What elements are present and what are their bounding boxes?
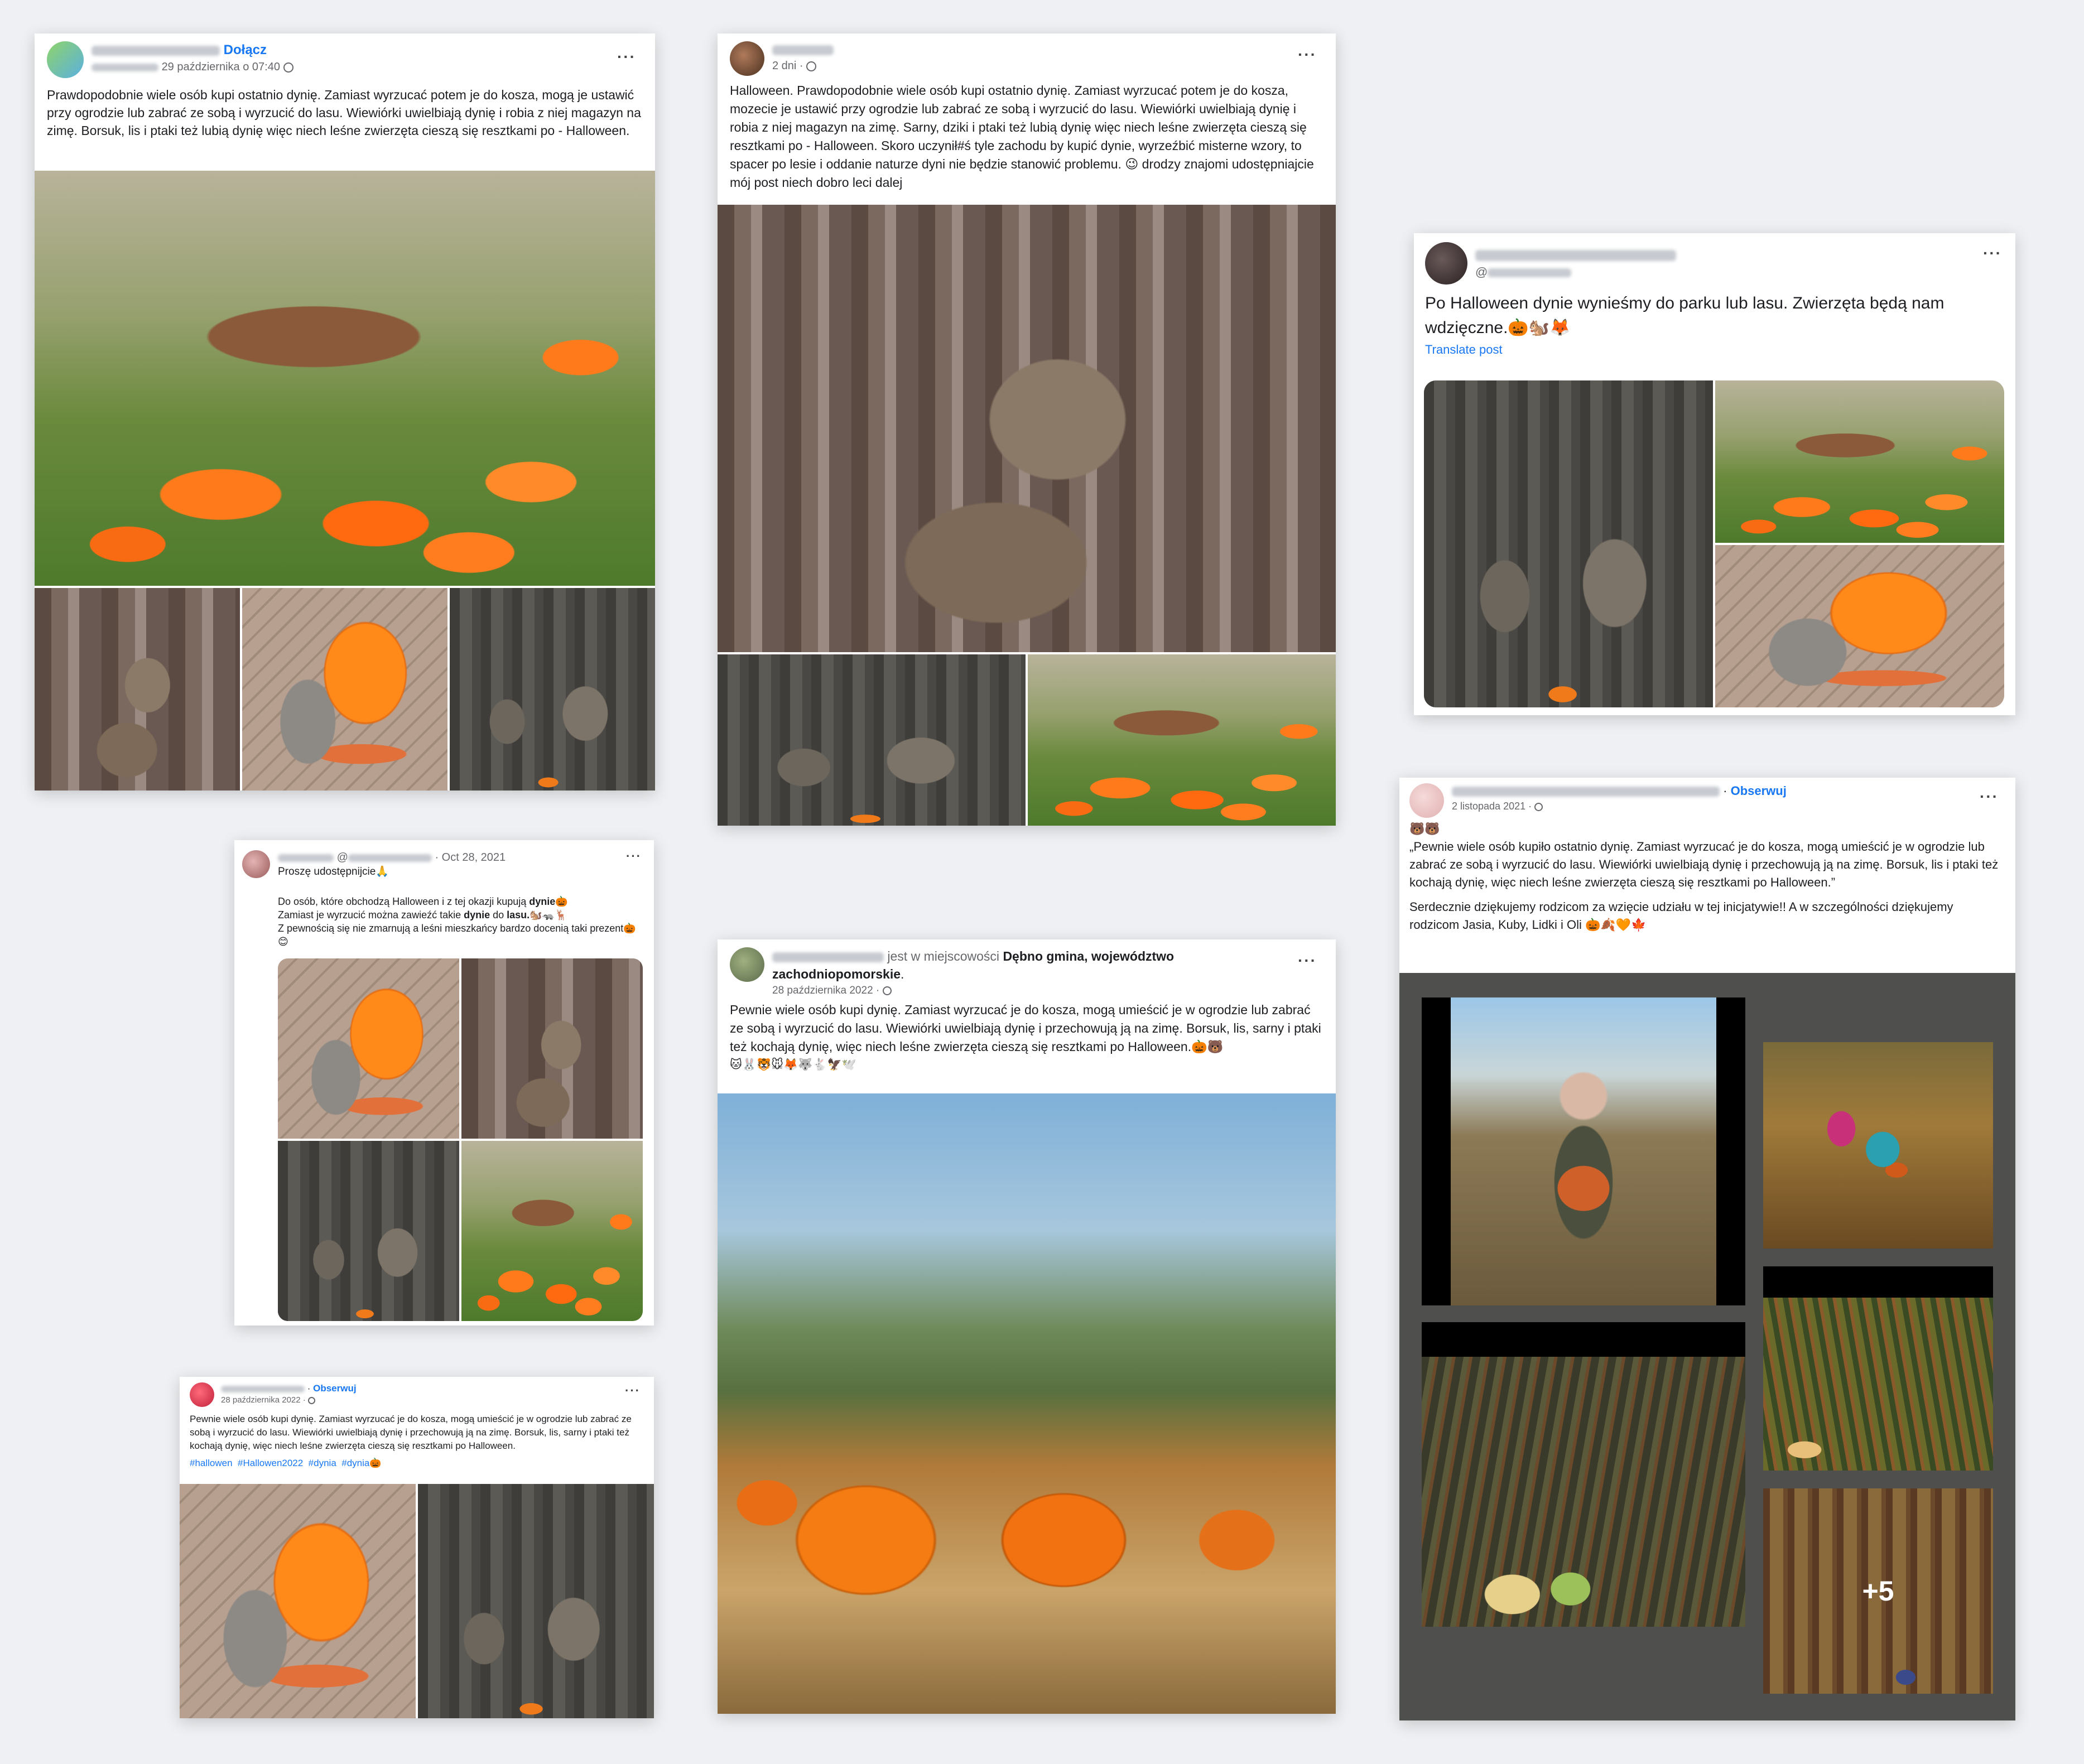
avatar[interactable] (47, 41, 84, 78)
hashtag[interactable]: #dynia (309, 1458, 336, 1468)
avatar[interactable] (1425, 242, 1467, 285)
photo-deer-pair[interactable] (1424, 380, 1713, 707)
post-first-line: Proszę udostępnijcie🙏 (278, 866, 389, 878)
more-options-icon[interactable]: ··· (1298, 46, 1317, 64)
group-name[interactable] (92, 63, 158, 71)
globe-icon (1534, 802, 1543, 811)
photo-deer-portrait[interactable] (35, 588, 240, 791)
post-text: Do osób, które obchodzą Halloween i z te… (278, 896, 636, 947)
author-name[interactable] (221, 1385, 305, 1392)
hashtag[interactable]: #dynia🎃 (341, 1458, 381, 1468)
post-date[interactable]: 28 października 2022 (772, 985, 873, 996)
handle-prefix: @ (336, 851, 348, 864)
post-header: @ ··· (1414, 233, 2015, 289)
globe-icon (806, 61, 817, 71)
photo-frame (1763, 1266, 1993, 1298)
photo-deer-pair[interactable] (450, 588, 655, 791)
post-date[interactable]: 29 października o 07:40 (162, 61, 280, 73)
post-card-1: Dołącz 29 października o 07:40 ··· Prawd… (35, 33, 655, 791)
photo-grid (278, 958, 643, 1321)
post-date[interactable]: 2 listopada 2021 (1452, 801, 1525, 812)
post-header: jest w miejscowości Dębno gmina, wojewód… (718, 939, 1336, 1001)
photo-deer-pumpkins[interactable] (461, 1141, 643, 1321)
post-date[interactable]: 2 dni (772, 60, 796, 72)
photo-panel: +5 (1399, 973, 2015, 1720)
globe-icon (307, 1396, 315, 1404)
post-text: Po Halloween dynie wynieśmy do parku lub… (1425, 294, 1945, 337)
photo-squirrel-pumpkin[interactable] (242, 588, 447, 791)
post-text: Pewnie wiele osób kupi dynię. Zamiast wy… (730, 1003, 1321, 1054)
photo-grid (35, 588, 655, 791)
post-card-4: @ · Oct 28, 2021 Proszę udostępnijcie🙏 ·… (234, 840, 654, 1326)
author-name[interactable] (772, 952, 884, 962)
photo-grid (1424, 380, 2004, 707)
post-header: Dołącz 29 października o 07:40 ··· (35, 33, 655, 81)
photo-grid (718, 654, 1336, 826)
post-header: 2 dni · ··· (718, 33, 1336, 78)
more-options-icon[interactable]: ··· (626, 849, 642, 864)
photo-grid (180, 1484, 654, 1718)
photo-pumpkin-field[interactable] (718, 1093, 1336, 1714)
post-card-2: 2 dni · ··· Halloween. Prawdopodobnie wi… (718, 33, 1336, 826)
photo-deer-pair[interactable] (418, 1484, 654, 1718)
hashtag[interactable]: #Hallowen2022 (238, 1458, 303, 1468)
post-date[interactable]: Oct 28, 2021 (442, 851, 506, 864)
post-header: · Obserwuj 28 października 2022 · ··· (180, 1377, 654, 1409)
author-handle[interactable] (348, 854, 432, 862)
photo-squirrel-pumpkin[interactable] (180, 1484, 416, 1718)
follow-link[interactable]: Obserwuj (313, 1383, 356, 1394)
author-name[interactable] (278, 854, 334, 862)
photo-deer-pumpkins[interactable] (35, 171, 655, 586)
post-header: · Obserwuj 2 listopada 2021 · ··· (1399, 778, 2015, 818)
photo-deer-pair[interactable] (718, 654, 1026, 826)
photo-frame (1422, 997, 1745, 1305)
photo-forest-pumpkin[interactable] (1422, 1357, 1745, 1627)
post-card-7: · Obserwuj 2 listopada 2021 · ··· 🐻🐻 „Pe… (1399, 778, 2015, 1720)
globe-icon (283, 62, 293, 73)
hashtags: #hallowen #Hallowen2022 #dynia #dynia🎃 (180, 1453, 654, 1469)
photo-forest-more[interactable]: +5 (1763, 1488, 1993, 1694)
handle-prefix: @ (1475, 265, 1488, 279)
post-text: 🐻🐻 „Pewnie wiele osób kupiło ostatnio dy… (1409, 822, 1999, 932)
globe-icon (882, 986, 892, 995)
more-options-icon[interactable]: ··· (617, 48, 636, 66)
photo-deer-pumpkins[interactable] (1715, 380, 2004, 543)
photo-deer-portrait[interactable] (718, 205, 1336, 652)
more-options-icon[interactable]: ··· (1980, 788, 1999, 806)
photo-squirrel-pumpkin[interactable] (278, 958, 459, 1139)
post-card-6: jest w miejscowości Dębno gmina, wojewód… (718, 939, 1336, 1714)
photo-deer-pumpkins[interactable] (1028, 654, 1336, 826)
author-handle[interactable] (1488, 268, 1572, 278)
post-text: Pewnie wiele osób kupi dynię. Zamiast wy… (190, 1414, 632, 1451)
photo-deer-pair[interactable] (278, 1141, 459, 1321)
post-date[interactable]: 28 października 2022 (221, 1395, 301, 1405)
photo-squirrel-pumpkin[interactable] (1715, 545, 2004, 707)
hashtag[interactable]: #hallowen (190, 1458, 233, 1468)
emoji-line: 🐱🐰🐯🐭🦊🐺🐇🦅🕊️ (730, 1058, 856, 1071)
photo-frame (1422, 1322, 1745, 1357)
photo-forest-floor[interactable] (1763, 1298, 1993, 1471)
follow-link[interactable]: Obserwuj (1731, 784, 1787, 798)
photo-deer-portrait[interactable] (461, 958, 643, 1139)
avatar[interactable] (1409, 783, 1444, 818)
avatar[interactable] (190, 1382, 214, 1407)
more-options-icon[interactable]: ··· (1983, 244, 2002, 262)
join-link[interactable]: Dołącz (224, 42, 267, 57)
post-card-3: @ ··· Po Halloween dynie wynieśmy do par… (1414, 233, 2015, 715)
more-options-icon[interactable]: ··· (1298, 952, 1317, 970)
avatar[interactable] (242, 850, 270, 878)
author-name[interactable] (1452, 787, 1720, 797)
post-header: @ · Oct 28, 2021 Proszę udostępnijcie🙏 ·… (234, 840, 654, 879)
more-photos-count[interactable]: +5 (1763, 1488, 1993, 1694)
author-name[interactable] (1475, 249, 1676, 261)
photo-children-leaves[interactable] (1763, 1042, 1993, 1249)
translate-post-link[interactable]: Translate post (1414, 340, 2015, 359)
photo-child-pumpkin[interactable] (1451, 997, 1716, 1305)
avatar[interactable] (730, 947, 764, 982)
author-name[interactable] (772, 45, 834, 55)
post-card-5: · Obserwuj 28 października 2022 · ··· Pe… (180, 1377, 654, 1718)
more-options-icon[interactable]: ··· (625, 1384, 641, 1398)
author-name[interactable] (92, 45, 220, 56)
avatar[interactable] (730, 41, 764, 76)
